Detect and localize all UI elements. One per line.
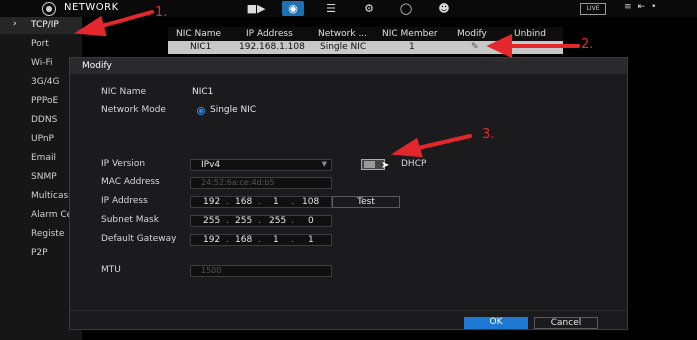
arrowhead-1 <box>74 15 107 37</box>
arrow-1 <box>96 10 154 29</box>
arrowhead-2 <box>486 33 512 59</box>
annotation-label-1: 1. <box>155 5 168 20</box>
annotation-label-2: 2. <box>581 37 594 52</box>
annotation-label-3: 3. <box>482 127 495 142</box>
arrow-3 <box>412 134 472 151</box>
arrowhead-3 <box>390 137 423 158</box>
